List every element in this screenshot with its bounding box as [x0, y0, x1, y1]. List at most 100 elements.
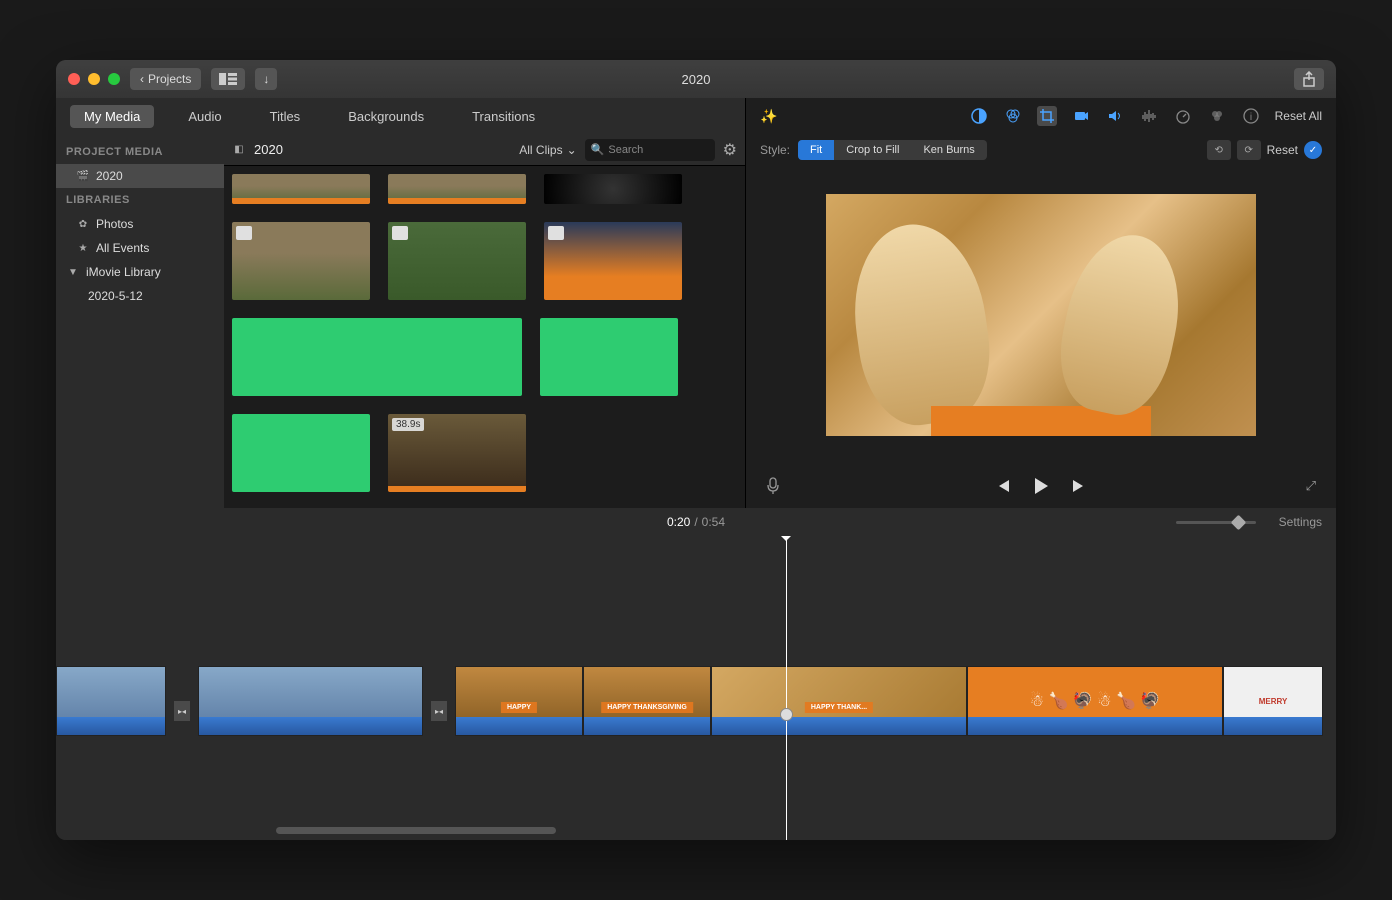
photos-library-item[interactable]: ✿ Photos [56, 212, 224, 236]
search-input[interactable]: 🔍 Search [585, 139, 715, 161]
disclosure-triangle-icon: ▼ [66, 265, 80, 279]
fullscreen-icon[interactable]: ⤢ [1306, 478, 1316, 494]
back-to-projects-button[interactable]: ‹ Projects [130, 68, 201, 90]
imovie-library-item[interactable]: ▼ iMovie Library [56, 260, 224, 284]
play-button[interactable] [1033, 477, 1049, 495]
playhead[interactable] [786, 536, 787, 840]
magic-wand-icon[interactable]: ✨ [760, 108, 777, 125]
total-time: 0:54 [702, 515, 725, 529]
camera-icon [392, 226, 408, 240]
crop-actions: ⟲ ⟳ Reset ✓ [1207, 140, 1322, 160]
close-window[interactable] [68, 73, 80, 85]
timeline-clip[interactable] [56, 666, 166, 736]
ken-burns-option[interactable]: Ken Burns [911, 140, 986, 160]
timeline-clip[interactable]: MERRY [1223, 666, 1323, 736]
tab-audio[interactable]: Audio [174, 105, 235, 128]
clip-thumbnail[interactable] [232, 174, 370, 204]
all-events-item[interactable]: ★ All Events [56, 236, 224, 260]
voiceover-mic-icon[interactable] [766, 477, 780, 495]
clapperboard-icon: 🎬 [76, 169, 90, 183]
event-date-item[interactable]: 2020-5-12 [56, 284, 224, 308]
audio-clip-thumbnail[interactable] [232, 414, 370, 492]
camera-icon [548, 226, 564, 240]
crop-to-fill-option[interactable]: Crop to Fill [834, 140, 911, 160]
rotate-cw-button[interactable]: ⟳ [1237, 140, 1261, 160]
tab-backgrounds[interactable]: Backgrounds [334, 105, 438, 128]
timeline-clip[interactable] [198, 666, 423, 736]
window-controls [68, 73, 120, 85]
clip-filter-dropdown[interactable]: All Clips ⌄ [519, 143, 576, 157]
clip-thumbnail[interactable] [544, 174, 682, 204]
preview-frame[interactable] [826, 194, 1256, 436]
title-text: HAPPY THANK... [805, 702, 873, 713]
audio-clip-thumbnail[interactable] [540, 318, 678, 396]
minimize-window[interactable] [88, 73, 100, 85]
noise-reduction-icon[interactable] [1139, 106, 1159, 126]
timeline-clip[interactable]: HAPPY THANKSGIVING [583, 666, 711, 736]
crop-style-bar: Style: Fit Crop to Fill Ken Burns ⟲ ⟳ Re… [746, 134, 1336, 166]
title-overlay [931, 406, 1151, 436]
media-header-bar: ◧ 2020 All Clips ⌄ 🔍 Search ⚙ [224, 134, 745, 166]
app-window: ‹ Projects ↓ 2020 My Media Audio Titles … [56, 60, 1336, 840]
apply-crop-button[interactable]: ✓ [1304, 141, 1322, 159]
clip-thumbnail[interactable] [232, 222, 370, 300]
timeline-clip[interactable]: HAPPY [455, 666, 583, 736]
clip-thumbnail[interactable] [544, 222, 682, 300]
tab-my-media[interactable]: My Media [70, 105, 154, 128]
settings-gear-icon[interactable]: ⚙ [723, 140, 737, 160]
rotate-ccw-button[interactable]: ⟲ [1207, 140, 1231, 160]
audio-clip-thumbnail[interactable] [232, 318, 522, 396]
clip-thumbnail[interactable] [388, 174, 526, 204]
projects-label: Projects [148, 72, 191, 86]
sidebar-toggle-icon[interactable]: ◧ [232, 143, 246, 157]
effects-icon[interactable] [1207, 106, 1227, 126]
arrange-button[interactable] [211, 68, 245, 90]
color-balance-icon[interactable] [969, 106, 989, 126]
timeline-track-area[interactable]: ▸◂ ▸◂ HAPPY HAPPY THANKSGIVING HAPPY THA… [56, 536, 1336, 840]
transition[interactable]: ▸◂ [431, 701, 447, 721]
timeline-settings-button[interactable]: Settings [1279, 515, 1322, 529]
timeline-clip[interactable]: HAPPY THANK... [711, 666, 967, 736]
playhead-knob[interactable] [780, 708, 793, 721]
tab-transitions[interactable]: Transitions [458, 105, 549, 128]
preview-viewport [746, 166, 1336, 464]
next-frame-button[interactable] [1071, 479, 1087, 493]
info-icon[interactable]: i [1241, 106, 1261, 126]
horizontal-scrollbar[interactable] [276, 827, 556, 834]
preview-pane: ✨ i Reset All Style: Fit Crop to Fill Ke… [746, 98, 1336, 508]
tab-titles[interactable]: Titles [256, 105, 315, 128]
window-title: 2020 [682, 72, 711, 87]
prev-frame-button[interactable] [995, 479, 1011, 493]
time-sep: / [694, 515, 697, 529]
project-media-item[interactable]: 🎬 2020 [56, 164, 224, 188]
maximize-window[interactable] [108, 73, 120, 85]
titlebar: ‹ Projects ↓ 2020 [56, 60, 1336, 98]
fit-option[interactable]: Fit [798, 140, 834, 160]
timeline-clip[interactable]: ☃ 🍗 🦃 ☃ 🍗 🦃 [967, 666, 1223, 736]
zoom-slider[interactable] [1176, 521, 1256, 524]
share-button[interactable] [1294, 68, 1324, 90]
import-button[interactable]: ↓ [255, 68, 277, 90]
crop-icon[interactable] [1037, 106, 1057, 126]
libraries-header: LIBRARIES [56, 188, 224, 212]
style-label: Style: [760, 143, 790, 157]
crop-mode-segment: Fit Crop to Fill Ken Burns [798, 140, 987, 160]
reset-all-button[interactable]: Reset All [1275, 109, 1322, 123]
all-events-label: All Events [96, 241, 149, 255]
chevron-left-icon: ‹ [140, 72, 144, 86]
clip-thumbnail[interactable] [388, 222, 526, 300]
title-text: HAPPY THANKSGIVING [601, 702, 693, 713]
clip-thumbnail[interactable]: 38.9s [388, 414, 526, 492]
media-tabs: My Media Audio Titles Backgrounds Transi… [56, 98, 745, 134]
speed-icon[interactable] [1173, 106, 1193, 126]
transition[interactable]: ▸◂ [174, 701, 190, 721]
stabilization-icon[interactable] [1071, 106, 1091, 126]
volume-icon[interactable] [1105, 106, 1125, 126]
color-correction-icon[interactable] [1003, 106, 1023, 126]
arrange-icon [219, 73, 237, 85]
clip-grid: 38.9s [224, 166, 745, 508]
video-track: ▸◂ ▸◂ HAPPY HAPPY THANKSGIVING HAPPY THA… [56, 666, 1336, 756]
library-sidebar: PROJECT MEDIA 🎬 2020 LIBRARIES ✿ Photos … [56, 134, 224, 508]
reset-crop-button[interactable]: Reset [1267, 143, 1298, 157]
clip-duration-badge: 38.9s [392, 418, 424, 431]
